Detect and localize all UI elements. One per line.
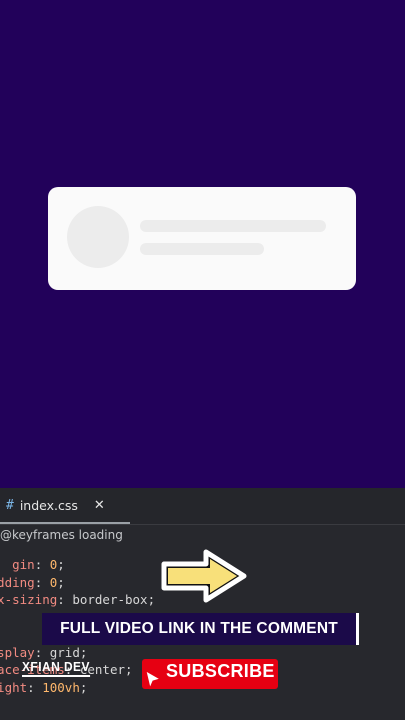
code-line: gin: 0;	[0, 556, 155, 574]
skeleton-line-short	[140, 243, 264, 255]
tab-index-css[interactable]: # index.css ✕	[0, 488, 130, 524]
cursor-icon	[145, 669, 162, 690]
css-value: 100vh	[42, 679, 80, 695]
banner-text: FULL VIDEO LINK IN THE COMMENT	[60, 620, 338, 637]
code-text: : grid;	[34, 644, 88, 660]
code-line: x-sizing: border-box;	[0, 591, 155, 609]
close-icon[interactable]: ✕	[94, 498, 105, 513]
skeleton-avatar	[67, 206, 129, 268]
code-text: ;	[57, 557, 65, 572]
code-text: :	[34, 574, 50, 590]
editor-tab-bar: # index.css ✕	[0, 488, 405, 525]
css-property: gin	[12, 557, 35, 572]
code-line: ight: 100vh;	[0, 679, 155, 697]
skeleton-line-long	[140, 220, 326, 232]
code-text: :	[27, 679, 43, 695]
breadcrumb[interactable]: @keyframes loading	[0, 528, 123, 542]
arrow-right-icon	[161, 549, 247, 603]
code-text: ;	[79, 679, 88, 695]
css-file-icon: #	[6, 497, 14, 513]
css-property: ight	[0, 679, 28, 695]
subscribe-button[interactable]: SUBSCRIBE	[142, 659, 278, 690]
code-text: : border-box;	[57, 592, 156, 607]
skeleton-card	[48, 187, 356, 290]
channel-brand: XFIAN DEV	[22, 659, 90, 677]
css-property: x-sizing	[0, 592, 58, 607]
video-link-banner: FULL VIDEO LINK IN THE COMMENT	[42, 613, 359, 645]
code-line: dding: 0;	[0, 574, 155, 592]
code-text: :	[34, 557, 50, 572]
css-property: splay	[0, 644, 35, 660]
css-property: dding	[0, 574, 35, 590]
subscribe-label: SUBSCRIBE	[166, 661, 275, 681]
tab-filename: index.css	[19, 497, 78, 513]
code-text: ;	[57, 574, 65, 590]
preview-area	[0, 0, 405, 488]
